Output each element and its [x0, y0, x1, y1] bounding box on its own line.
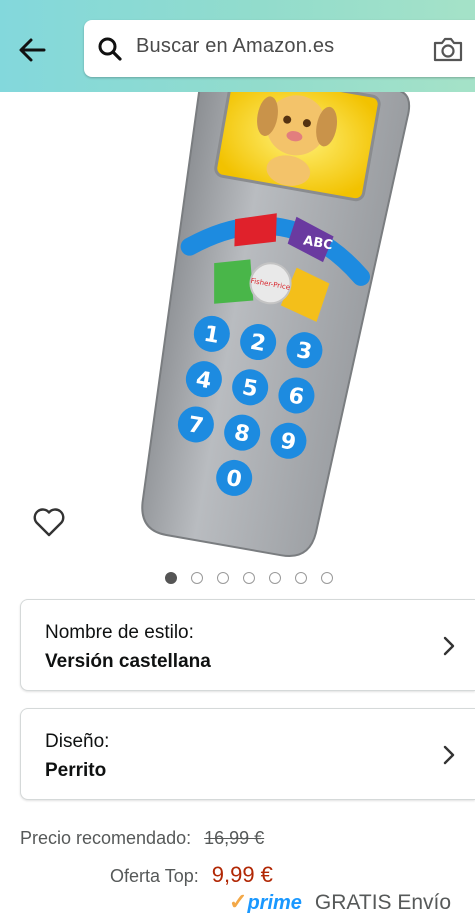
pagination-dot[interactable]	[243, 572, 255, 584]
offer-price-value: 9,99 €	[211, 862, 273, 887]
pagination-dot[interactable]	[321, 572, 333, 584]
recommended-price-label: Precio recomendado:	[20, 828, 192, 848]
back-button[interactable]	[12, 30, 52, 70]
prime-shipping-row: ✓prime GRATIS Envío	[229, 889, 451, 915]
recommended-price-row: Precio recomendado: 16,99 €	[20, 828, 264, 849]
top-header: Buscar en Amazon.es	[0, 0, 475, 92]
offer-price-row: Oferta Top: 9,99 €	[110, 862, 273, 888]
design-selector-label: Diseño:	[45, 731, 110, 752]
pagination-dot[interactable]	[269, 572, 281, 584]
toy-remote-illustration: ABC Fisher-Price 1 2 3 4 5 6 7 8 9 0	[141, 92, 411, 558]
search-bar[interactable]: Buscar en Amazon.es	[84, 20, 475, 77]
search-icon	[98, 37, 122, 61]
style-selector-value: Versión castellana	[45, 651, 211, 672]
camera-icon[interactable]	[432, 34, 464, 64]
design-selector[interactable]: Diseño: Perrito	[20, 708, 475, 800]
pagination-dot[interactable]	[217, 572, 229, 584]
back-arrow-icon	[19, 38, 46, 62]
free-shipping-text: GRATIS Envío	[314, 891, 452, 914]
heart-icon	[33, 508, 65, 537]
prime-check-icon: ✓	[229, 889, 248, 914]
chevron-right-icon	[443, 745, 455, 765]
prime-logo: prime	[247, 892, 302, 914]
chevron-right-icon	[443, 636, 455, 656]
pagination-dot[interactable]	[295, 572, 307, 584]
search-input[interactable]: Buscar en Amazon.es	[136, 35, 334, 58]
pagination-dot[interactable]	[191, 572, 203, 584]
design-selector-value: Perrito	[45, 760, 107, 781]
style-selector[interactable]: Nombre de estilo: Versión castellana	[20, 599, 475, 691]
pagination-dot[interactable]	[165, 572, 177, 584]
recommended-price-value: 16,99 €	[204, 828, 265, 848]
wishlist-button[interactable]	[32, 506, 66, 538]
style-selector-label: Nombre de estilo:	[45, 622, 194, 643]
offer-price-label: Oferta Top:	[110, 866, 199, 886]
product-image[interactable]: ABC Fisher-Price 1 2 3 4 5 6 7 8 9 0	[0, 92, 475, 562]
